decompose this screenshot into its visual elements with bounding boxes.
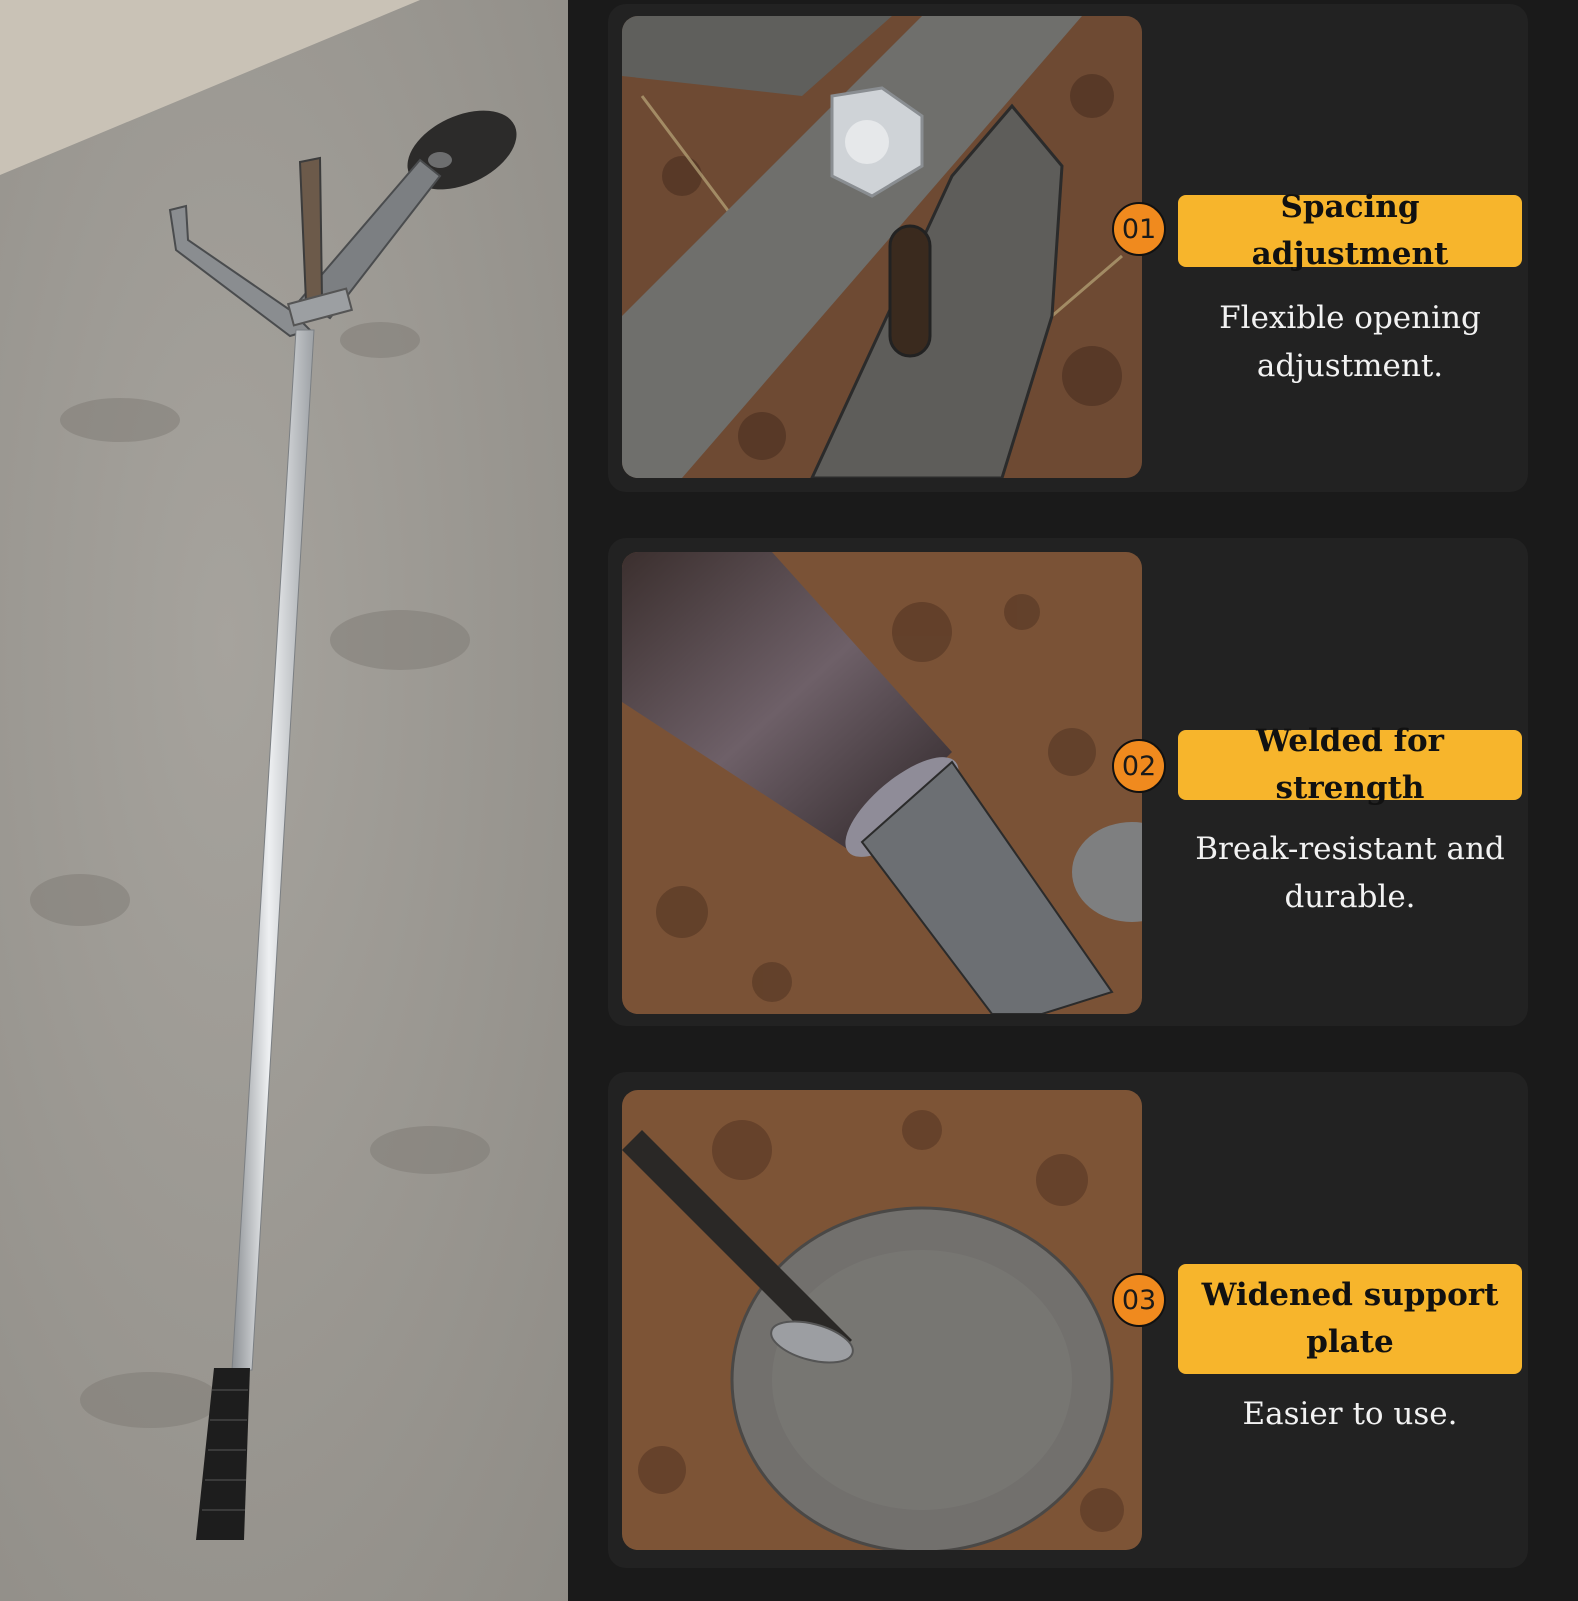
feature-photo-spacing: [622, 16, 1142, 478]
product-photo: [0, 0, 568, 1601]
feature-photo-support-plate: [622, 1090, 1142, 1550]
feature-number-badge: 03: [1112, 1273, 1166, 1327]
feature-description: Break-resistant and durable.: [1195, 831, 1505, 915]
feature-title: Widened support plate: [1178, 1264, 1522, 1374]
feature-photo-welded: [622, 552, 1142, 1014]
feature-title: Welded for strength: [1178, 723, 1522, 806]
feature-number-badge: 01: [1112, 202, 1166, 256]
product-photo-panel: [0, 0, 568, 1601]
feature-title: Spacing adjustment: [1178, 189, 1522, 272]
feature-description: Flexible opening adjustment.: [1219, 300, 1481, 384]
feature-description: Easier to use.: [1242, 1396, 1458, 1432]
feature-number-badge: 02: [1112, 739, 1166, 793]
